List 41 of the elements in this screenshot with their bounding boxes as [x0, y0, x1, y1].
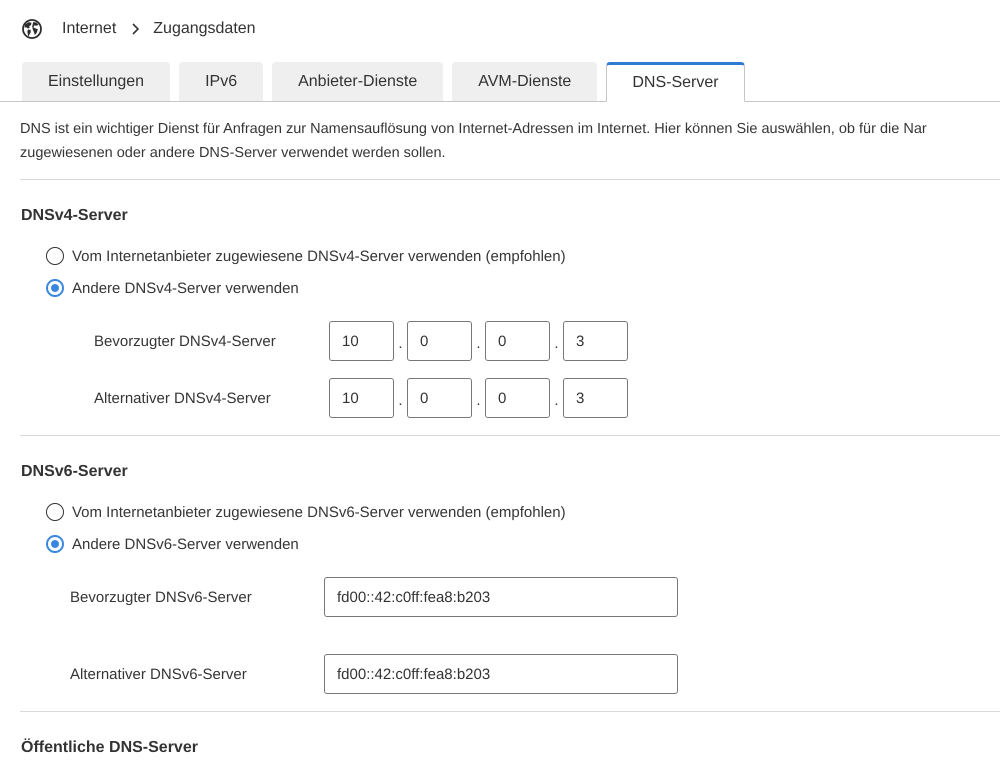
breadcrumb-current: Zugangsdaten	[153, 19, 256, 39]
octet-field[interactable]: 0	[407, 321, 472, 361]
octet-field[interactable]: 0	[407, 378, 472, 418]
tab[interactable]: AVM-Dienste	[452, 62, 598, 101]
section-heading: DNSv6-Server	[21, 462, 128, 482]
field-label: Alternativer DNSv4-Server	[94, 390, 272, 406]
option-label: Andere DNSv6-Server verwenden	[72, 536, 299, 552]
octet-field[interactable]: 3	[563, 378, 628, 418]
section-heading: Öffentliche DNS-Server	[21, 737, 198, 758]
chevron-icon	[132, 23, 140, 35]
tab[interactable]: DNS-Server	[606, 62, 745, 102]
field-label: Alternativer DNSv6-Server	[70, 666, 248, 682]
radio-button[interactable]	[46, 247, 64, 265]
section-heading: DNSv4-Server	[21, 206, 128, 226]
tab[interactable]: Anbieter-Dienste	[272, 62, 444, 101]
octet-separator: .	[397, 393, 404, 408]
field-label: Bevorzugter DNSv6-Server	[70, 588, 253, 606]
octet-field[interactable]: 0	[485, 321, 550, 361]
tab[interactable]: IPv6	[179, 62, 264, 101]
octet-field[interactable]: 10	[329, 378, 394, 418]
option-label: Vom Internetanbieter zugewiesene DNSv6-Server verwenden (empfohlen)	[72, 504, 566, 520]
octet-field[interactable]: 10	[329, 321, 394, 361]
radio-button[interactable]	[46, 279, 64, 297]
globe-icon	[22, 19, 42, 39]
octet-separator: .	[397, 336, 404, 351]
address-field[interactable]: fd00::42:c0ff:fea8:b203	[324, 654, 678, 694]
radio-button[interactable]	[46, 535, 64, 553]
octet-separator: .	[553, 393, 560, 408]
description-text: DNS ist ein wichtiger Dienst für Anfragen zur Namensauflösung von Internet-Adressen im Internet. Hier können Sie auswählen, ob für die Nar zugewiesenen oder andere DNS-Server verwendet werden sollen.	[20, 120, 927, 163]
breadcrumb-link[interactable]: Internet	[62, 18, 116, 40]
address-field[interactable]: fd00::42:c0ff:fea8:b203	[324, 577, 678, 617]
octet-field[interactable]: 3	[563, 321, 628, 361]
radio-button[interactable]	[46, 503, 64, 521]
octet-separator: .	[475, 393, 482, 408]
tab[interactable]: Einstellungen	[22, 62, 170, 101]
octet-field[interactable]: 0	[485, 378, 550, 418]
field-label: Bevorzugter DNSv4-Server	[94, 332, 277, 350]
option-label: Andere DNSv4-Server verwenden	[72, 280, 299, 296]
option-label: Vom Internetanbieter zugewiesene DNSv4-Server verwenden (empfohlen)	[72, 248, 566, 264]
octet-separator: .	[553, 336, 560, 351]
octet-separator: .	[475, 336, 482, 351]
